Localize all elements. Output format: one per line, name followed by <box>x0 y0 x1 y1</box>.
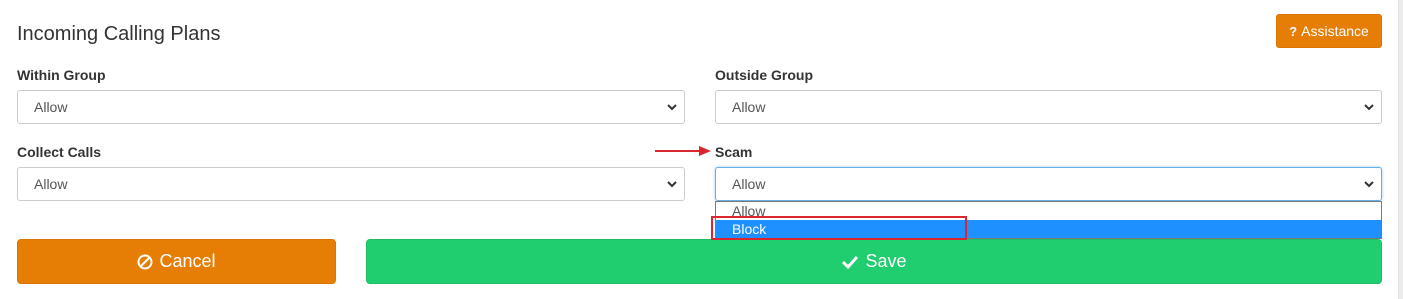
scam-select[interactable]: Allow <box>715 167 1382 201</box>
ban-icon <box>137 254 153 269</box>
save-button[interactable]: Save <box>366 239 1382 284</box>
collect-calls-value: Allow <box>34 176 68 192</box>
scam-label: Scam <box>715 144 753 160</box>
within-group-value: Allow <box>34 99 68 115</box>
chevron-down-icon <box>667 104 677 111</box>
collect-calls-label: Collect Calls <box>17 144 102 160</box>
assistance-button[interactable]: ? Assistance <box>1276 14 1382 48</box>
scam-value: Allow <box>732 176 766 192</box>
cancel-button[interactable]: Cancel <box>17 239 336 284</box>
question-icon: ? <box>1289 23 1298 39</box>
outside-group-label: Outside Group <box>715 67 813 83</box>
scrollbar-track[interactable] <box>1399 0 1403 299</box>
assistance-label: Assistance <box>1301 23 1369 39</box>
outside-group-value: Allow <box>732 99 766 115</box>
annotation-highlight-box <box>711 216 967 240</box>
chevron-down-icon <box>667 181 677 188</box>
page-title: Incoming Calling Plans <box>17 23 221 45</box>
chevron-down-icon <box>1364 104 1374 111</box>
calling-plans-panel: Incoming Calling Plans ? Assistance With… <box>0 0 1399 299</box>
check-icon <box>842 255 859 269</box>
cancel-label: Cancel <box>159 251 216 271</box>
within-group-label: Within Group <box>17 67 106 83</box>
outside-group-select[interactable]: Allow <box>715 90 1382 124</box>
within-group-select[interactable]: Allow <box>17 90 685 124</box>
collect-calls-select[interactable]: Allow <box>17 167 685 201</box>
save-label: Save <box>865 251 907 271</box>
annotation-arrow-icon <box>655 146 711 156</box>
chevron-down-icon <box>1364 181 1374 188</box>
